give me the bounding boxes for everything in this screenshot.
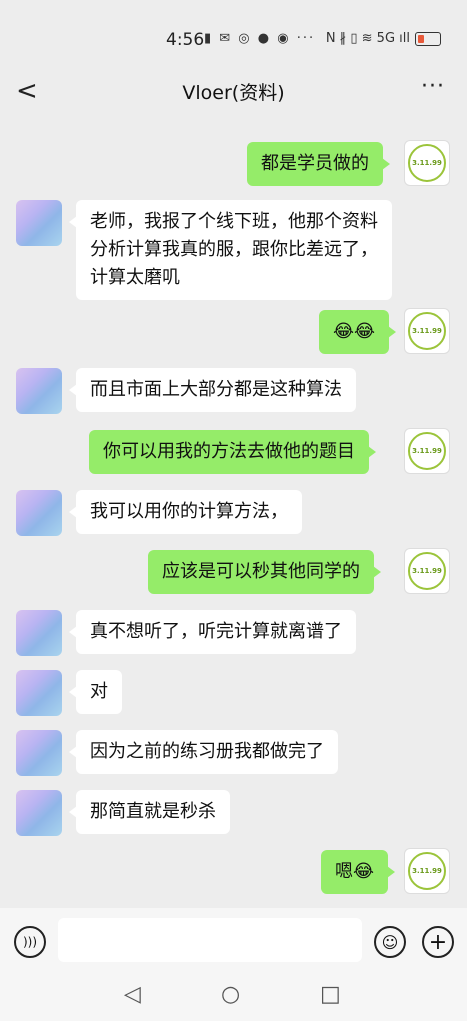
self-avatar[interactable]: 3.11.99 <box>404 428 450 474</box>
message-bubble-sent[interactable]: 应该是可以秒其他同学的 <box>148 550 381 594</box>
system-home-button[interactable]: ○ <box>221 982 240 1007</box>
system-recent-button[interactable]: □ <box>320 982 341 1007</box>
status-notification-icons: ▮ ✉ ◎ ● ◉ ··· <box>204 31 316 46</box>
status-signal-icons: N ∦ ▯ ≋ 5G ıll <box>325 31 410 46</box>
message-bubble-sent[interactable]: 你可以用我的方法去做他的题目 <box>89 430 376 474</box>
avatar-logo: 3.11.99 <box>408 552 446 590</box>
more-options-button[interactable]: ··· <box>421 74 445 99</box>
system-navigation-bar: ◁ ○ □ <box>0 968 467 1021</box>
system-back-button[interactable]: ◁ <box>124 982 141 1007</box>
avatar-logo: 3.11.99 <box>408 144 446 182</box>
battery-icon <box>415 31 441 46</box>
contact-avatar[interactable] <box>16 790 62 836</box>
self-avatar[interactable]: 3.11.99 <box>404 848 450 894</box>
avatar-logo: 3.11.99 <box>408 432 446 470</box>
message-bubble-received[interactable]: 对 <box>69 670 122 714</box>
avatar-logo: 3.11.99 <box>408 852 446 890</box>
message-bubble-received[interactable]: 那简直就是秒杀 <box>69 790 230 834</box>
message-input[interactable] <box>58 918 362 962</box>
message-bubble-sent[interactable]: 😂😂 <box>319 310 397 354</box>
message-bubble-sent[interactable]: 都是学员做的 <box>247 142 390 186</box>
status-system-icons: N ∦ ▯ ≋ 5G ıll <box>326 31 441 46</box>
contact-avatar[interactable] <box>16 730 62 776</box>
voice-icon[interactable]: ))) <box>14 926 46 958</box>
avatar-logo: 3.11.99 <box>408 312 446 350</box>
message-bubble-received[interactable]: 而且市面上大部分都是这种算法 <box>69 368 356 412</box>
chat-title: Vloer(资料) <box>182 82 285 104</box>
contact-avatar[interactable] <box>16 490 62 536</box>
message-bubble-sent[interactable]: 嗯😂 <box>321 850 396 894</box>
emoji-icon[interactable]: ☺ <box>374 926 406 958</box>
message-bubble-received[interactable]: 真不想听了，听完计算就离谱了 <box>69 610 356 654</box>
status-bar: 4:56 ▮ ✉ ◎ ● ◉ ··· N ∦ ▯ ≋ 5G ıll <box>0 0 467 60</box>
status-time: 4:56 <box>166 30 205 50</box>
plus-icon[interactable]: + <box>422 926 454 958</box>
message-bubble-received[interactable]: 因为之前的练习册我都做完了 <box>69 730 338 774</box>
message-bubble-received[interactable]: 老师，我报了个线下班，他那个资料分析计算我真的服，跟你比差远了，计算太磨叽 <box>69 200 392 300</box>
contact-avatar[interactable] <box>16 200 62 246</box>
message-bubble-received[interactable]: 我可以用你的计算方法， <box>69 490 302 534</box>
self-avatar[interactable]: 3.11.99 <box>404 308 450 354</box>
contact-avatar[interactable] <box>16 368 62 414</box>
chat-header: < Vloer(资料) ··· <box>0 62 467 116</box>
contact-avatar[interactable] <box>16 610 62 656</box>
chat-input-bar: ))) ☺ + <box>0 908 467 968</box>
contact-avatar[interactable] <box>16 670 62 716</box>
self-avatar[interactable]: 3.11.99 <box>404 548 450 594</box>
self-avatar[interactable]: 3.11.99 <box>404 140 450 186</box>
